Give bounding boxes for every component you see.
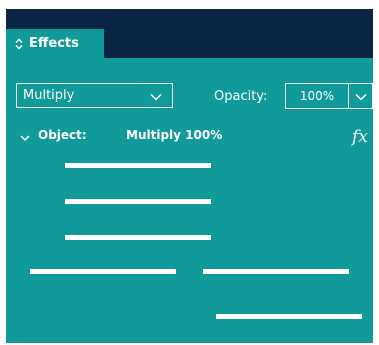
placeholder-bar xyxy=(65,163,211,168)
chevron-down-icon xyxy=(355,93,367,101)
effects-panel: Effects Multiply Opacity: 100% Object: M… xyxy=(6,9,373,343)
opacity-value: 100% xyxy=(299,89,335,103)
tab-effects[interactable]: Effects xyxy=(6,29,104,58)
blend-mode-select[interactable]: Multiply xyxy=(16,83,173,108)
placeholder-bar xyxy=(203,269,349,274)
fx-button[interactable]: fx xyxy=(352,127,368,147)
opacity-label: Opacity: xyxy=(214,89,268,104)
placeholder-bar xyxy=(65,235,211,240)
placeholder-bar xyxy=(216,314,362,319)
placeholder-bar xyxy=(30,269,176,274)
object-label: Object: xyxy=(38,128,87,142)
chevron-updown-icon xyxy=(15,37,23,50)
opacity-input[interactable]: 100% xyxy=(285,83,349,109)
opacity-dropdown-button[interactable] xyxy=(348,83,373,109)
chevron-down-icon[interactable] xyxy=(20,131,30,145)
placeholder-bar xyxy=(65,199,211,204)
chevron-down-icon xyxy=(150,91,162,101)
object-effects-row[interactable]: Object: Multiply 100% xyxy=(16,127,373,147)
blend-mode-value: Multiply xyxy=(23,88,75,103)
tab-effects-label: Effects xyxy=(29,36,79,51)
panel-tab-bar: Effects xyxy=(6,9,373,58)
object-effect-summary: Multiply 100% xyxy=(126,128,223,142)
